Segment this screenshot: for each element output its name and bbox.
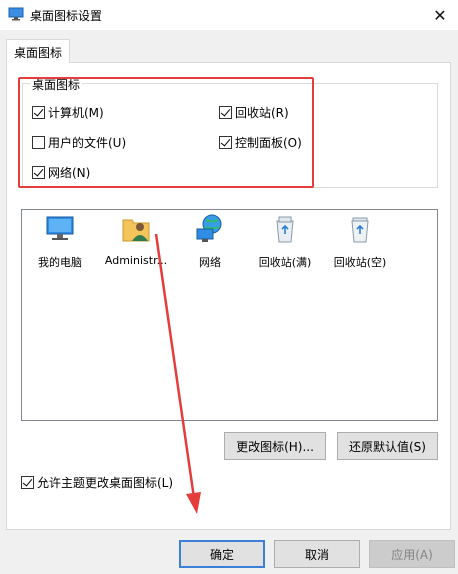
icon-item-recycle-bin-full[interactable]: 回收站(满) xyxy=(247,213,323,270)
icon-label: 我的电脑 xyxy=(38,256,82,269)
icon-item-network[interactable]: 网络 xyxy=(172,213,248,270)
checkbox-label: 允许主题更改桌面图标(L) xyxy=(37,476,174,490)
recycle-bin-empty-icon xyxy=(351,217,369,243)
network-checkbox[interactable]: 网络(N) xyxy=(32,164,90,181)
network-icon xyxy=(196,214,222,242)
apply-button[interactable]: 应用(A) xyxy=(369,540,455,568)
icon-label: 回收站(空) xyxy=(333,256,387,269)
recycle-bin-full-icon xyxy=(276,216,294,243)
checkbox-box xyxy=(32,106,45,119)
user-folder-icon xyxy=(122,219,150,242)
checkbox-box xyxy=(21,476,34,489)
desktop-icon-settings-icon xyxy=(8,7,24,21)
checkbox-box xyxy=(219,106,232,119)
computer-icon xyxy=(46,216,74,240)
checkbox-label: 控制面板(O) xyxy=(235,136,302,150)
icon-label: 网络 xyxy=(199,256,221,269)
close-button[interactable]: ✕ xyxy=(422,0,458,30)
control-panel-checkbox[interactable]: 控制面板(O) xyxy=(219,134,302,151)
allow-themes-checkbox[interactable]: 允许主题更改桌面图标(L) xyxy=(21,474,173,491)
icon-item-computer[interactable]: 我的电脑 xyxy=(22,213,98,270)
icon-item-recycle-bin-empty[interactable]: 回收站(空) xyxy=(322,213,398,270)
computer-checkbox[interactable]: 计算机(M) xyxy=(32,104,104,121)
ok-button[interactable]: 确定 xyxy=(179,540,265,568)
icon-label: Administr... xyxy=(104,254,168,267)
icon-item-administrator[interactable]: Administr... xyxy=(98,213,174,267)
checkbox-label: 回收站(R) xyxy=(235,106,289,120)
title-bar: 桌面图标设置 ✕ xyxy=(0,0,458,30)
close-icon: ✕ xyxy=(433,5,447,25)
checkbox-label: 网络(N) xyxy=(48,166,91,180)
tab-desktop-icons[interactable]: 桌面图标 xyxy=(6,39,70,63)
checkbox-label: 计算机(M) xyxy=(48,106,104,120)
recycle-bin-checkbox[interactable]: 回收站(R) xyxy=(219,104,289,121)
user-files-checkbox[interactable]: 用户的文件(U) xyxy=(32,134,126,151)
icon-label: 回收站(满) xyxy=(258,256,312,269)
restore-default-button[interactable]: 还原默认值(S) xyxy=(337,432,438,460)
change-icon-button[interactable]: 更改图标(H)... xyxy=(224,432,326,460)
cancel-button[interactable]: 取消 xyxy=(274,540,360,568)
checkbox-label: 用户的文件(U) xyxy=(48,136,127,150)
checkbox-box xyxy=(32,136,45,149)
checkbox-box xyxy=(219,136,232,149)
window-title: 桌面图标设置 xyxy=(30,9,103,23)
checkbox-box xyxy=(32,166,45,179)
tab-label: 桌面图标 xyxy=(14,46,63,60)
